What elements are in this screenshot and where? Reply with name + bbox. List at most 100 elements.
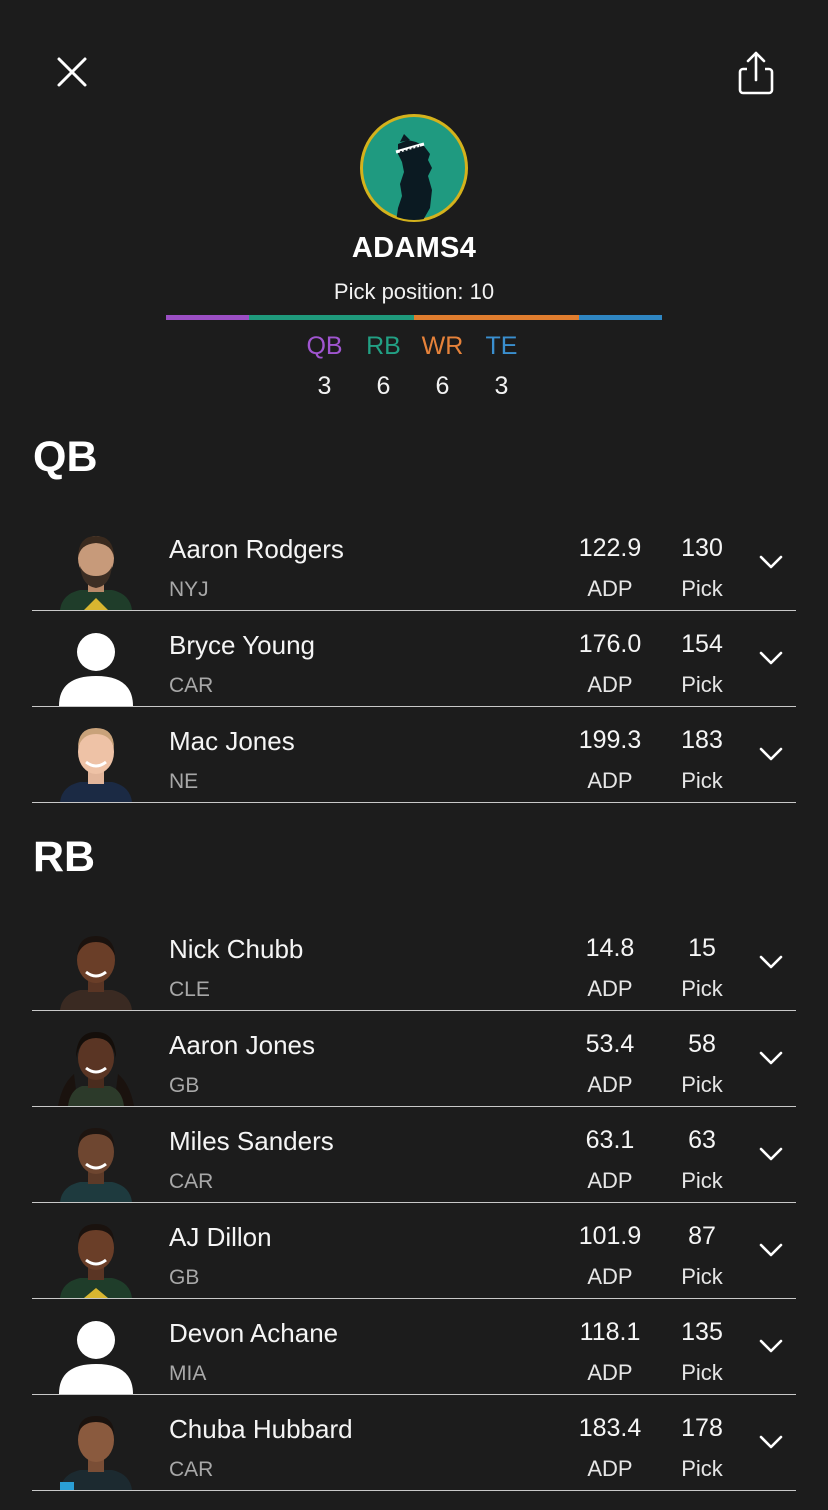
chevron-down-icon[interactable] [758, 1050, 784, 1066]
chevron-down-icon[interactable] [758, 650, 784, 666]
adp-label: ADP [587, 1168, 633, 1193]
pick-label: Pick [681, 1072, 723, 1097]
pick-value: 154 [681, 630, 723, 658]
adp-value: 183.4 [578, 1414, 642, 1442]
chevron-down-icon[interactable] [758, 1338, 784, 1354]
player-team: CLE [169, 978, 210, 1001]
bar-segment-qb [166, 315, 249, 320]
count-te: TE 3 [472, 330, 531, 402]
chevron-down-icon[interactable] [758, 954, 784, 970]
player-team: GB [169, 1266, 200, 1289]
player-team: MIA [169, 1362, 207, 1385]
adp-label: ADP [587, 768, 633, 793]
section-title-rb: RB [33, 833, 96, 881]
chevron-down-icon[interactable] [758, 746, 784, 762]
adp-value: 101.9 [578, 1222, 642, 1250]
player-team: CAR [169, 1170, 214, 1193]
player-row[interactable]: Devon Achane MIA 118.1 ADP 135 Pick [32, 1298, 796, 1395]
pick-label: Pick [681, 1264, 723, 1289]
bar-segment-te [579, 315, 662, 320]
adp-value: 63.1 [585, 1126, 635, 1154]
player-photo [60, 1128, 132, 1202]
share-icon[interactable] [734, 50, 778, 98]
count-qb: QB 3 [295, 330, 354, 402]
player-name: AJ Dillon [169, 1222, 272, 1252]
player-photo [60, 936, 132, 1010]
adp-value: 176.0 [578, 630, 642, 658]
adp-value: 14.8 [585, 934, 635, 962]
player-team: NE [169, 770, 199, 793]
adp-label: ADP [587, 1072, 633, 1097]
player-row[interactable]: Miles Sanders CAR 63.1 ADP 63 Pick [32, 1106, 796, 1203]
team-avatar [360, 114, 468, 222]
pick-label: Pick [681, 576, 723, 601]
adp-label: ADP [587, 1264, 633, 1289]
player-photo [60, 1416, 132, 1490]
adp-label: ADP [587, 1456, 633, 1481]
player-name: Chuba Hubbard [169, 1414, 353, 1444]
player-row[interactable]: Chuba Hubbard CAR 183.4 ADP 178 Pick [32, 1394, 796, 1491]
pick-label: Pick [681, 1456, 723, 1481]
count-value: 6 [376, 372, 391, 400]
adp-value: 199.3 [578, 726, 642, 754]
pick-value: 87 [688, 1222, 716, 1250]
count-rb: RB 6 [354, 330, 413, 402]
player-name: Miles Sanders [169, 1126, 334, 1156]
chevron-down-icon[interactable] [758, 1146, 784, 1162]
player-photo [60, 1224, 132, 1298]
position-distribution-bar [166, 315, 662, 320]
adp-value: 118.1 [579, 1318, 641, 1346]
adp-value: 53.4 [585, 1030, 635, 1058]
pick-label: Pick [681, 976, 723, 1001]
player-name: Nick Chubb [169, 934, 304, 964]
pick-label: Pick [681, 768, 723, 793]
placeholder-avatar-icon [59, 633, 133, 706]
player-row[interactable]: Aaron Rodgers NYJ 122.9 ADP 130 Pick [32, 514, 796, 611]
chevron-down-icon[interactable] [758, 1242, 784, 1258]
position-counts: QB 3 RB 6 WR 6 TE 3 [295, 330, 533, 402]
adp-label: ADP [587, 672, 633, 697]
placeholder-avatar-icon [59, 1321, 133, 1394]
player-row[interactable]: Nick Chubb CLE 14.8 ADP 15 Pick [32, 914, 796, 1011]
pick-value: 15 [688, 934, 716, 962]
player-row[interactable]: Bryce Young CAR 176.0 ADP 154 Pick [32, 610, 796, 707]
adp-label: ADP [587, 576, 633, 601]
pick-position: Pick position: 10 [333, 279, 495, 304]
count-value: 3 [317, 372, 332, 400]
pick-value: 183 [681, 726, 723, 754]
count-value: 6 [435, 372, 450, 400]
player-photo [60, 728, 132, 802]
player-row[interactable]: Aaron Jones GB 53.4 ADP 58 Pick [32, 1010, 796, 1107]
adp-value: 122.9 [578, 534, 642, 562]
adp-label: ADP [587, 976, 633, 1001]
bar-segment-wr [413, 315, 580, 320]
username: ADAMS4 [351, 232, 477, 264]
chevron-down-icon[interactable] [758, 554, 784, 570]
pick-value: 58 [688, 1030, 716, 1058]
chevron-down-icon[interactable] [758, 1434, 784, 1450]
player-row[interactable]: Mac Jones NE 199.3 ADP 183 Pick [32, 706, 796, 803]
player-photo [58, 1032, 134, 1106]
adp-label: ADP [587, 1360, 633, 1385]
count-label: TE [485, 332, 518, 360]
pick-value: 178 [681, 1414, 723, 1442]
pick-value: 63 [688, 1126, 716, 1154]
pick-value: 135 [681, 1318, 723, 1346]
pick-value: 130 [681, 534, 723, 562]
count-label: RB [366, 332, 401, 360]
player-name: Devon Achane [169, 1318, 339, 1348]
player-row[interactable]: AJ Dillon GB 101.9 ADP 87 Pick [32, 1202, 796, 1299]
close-icon[interactable] [52, 52, 92, 92]
count-label: QB [306, 332, 343, 360]
player-name: Mac Jones [169, 726, 295, 756]
player-team: GB [169, 1074, 200, 1097]
count-value: 3 [494, 372, 509, 400]
player-team: CAR [169, 674, 214, 697]
pick-label: Pick [681, 1168, 723, 1193]
player-name: Bryce Young [169, 630, 316, 660]
pick-label: Pick [681, 1360, 723, 1385]
player-photo [60, 536, 132, 610]
bar-segment-rb [248, 315, 414, 320]
count-wr: WR 6 [413, 330, 472, 402]
player-name: Aaron Jones [169, 1030, 315, 1060]
